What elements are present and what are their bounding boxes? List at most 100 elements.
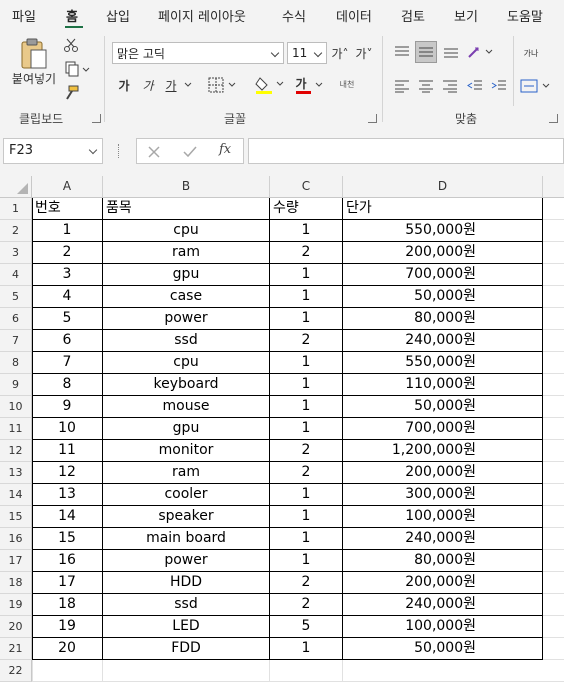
font-size-dropdown[interactable]: 11 — [287, 42, 327, 64]
header-cell[interactable]: 번호 — [32, 198, 103, 220]
table-cell[interactable]: 1 — [270, 550, 343, 572]
borders-icon[interactable] — [207, 76, 239, 94]
table-cell[interactable]: gpu — [103, 264, 270, 286]
table-cell[interactable]: 1 — [270, 506, 343, 528]
tab-insert[interactable]: 삽입 — [106, 6, 130, 25]
column-header-d[interactable]: D — [343, 176, 543, 198]
row-header-16[interactable]: 16 — [0, 528, 32, 550]
row-header-18[interactable]: 18 — [0, 572, 32, 594]
underline-button[interactable]: 가 — [163, 76, 179, 94]
tab-review[interactable]: 검토 — [401, 6, 425, 25]
table-cell[interactable]: 10 — [32, 418, 103, 440]
table-cell[interactable]: cooler — [103, 484, 270, 506]
table-cell[interactable]: 1 — [32, 220, 103, 242]
table-cell[interactable]: 2 — [270, 330, 343, 352]
table-cell[interactable]: 240,000원 — [343, 528, 543, 550]
table-cell[interactable]: cpu — [103, 352, 270, 374]
table-cell[interactable]: 2 — [270, 594, 343, 616]
column-header-b[interactable]: B — [103, 176, 270, 198]
table-cell[interactable]: 2 — [270, 462, 343, 484]
table-cell[interactable]: monitor — [103, 440, 270, 462]
tab-view[interactable]: 보기 — [454, 6, 478, 25]
table-cell[interactable]: 200,000원 — [343, 572, 543, 594]
table-cell[interactable]: 1 — [270, 418, 343, 440]
shrink-font-button[interactable]: 가˅ — [354, 44, 374, 62]
table-cell[interactable]: mouse — [103, 396, 270, 418]
table-cell[interactable]: 100,000원 — [343, 506, 543, 528]
table-cell[interactable]: 2 — [270, 440, 343, 462]
bold-button[interactable]: 가 — [116, 76, 132, 94]
table-cell[interactable]: 550,000원 — [343, 352, 543, 374]
table-cell[interactable]: 50,000원 — [343, 396, 543, 418]
enter-icon[interactable] — [183, 145, 197, 159]
table-cell[interactable]: 240,000원 — [343, 594, 543, 616]
table-cell[interactable]: 80,000원 — [343, 550, 543, 572]
table-cell[interactable]: 16 — [32, 550, 103, 572]
table-cell[interactable]: 1 — [270, 352, 343, 374]
row-header-2[interactable]: 2 — [0, 220, 32, 242]
table-cell[interactable]: 12 — [32, 462, 103, 484]
table-cell[interactable]: 5 — [32, 308, 103, 330]
table-cell[interactable]: 20 — [32, 638, 103, 660]
copy-icon[interactable] — [62, 60, 92, 78]
row-header-9[interactable]: 9 — [0, 374, 32, 396]
table-cell[interactable]: 550,000원 — [343, 220, 543, 242]
table-cell[interactable]: 1 — [270, 264, 343, 286]
middle-align-icon[interactable] — [415, 41, 437, 63]
table-cell[interactable]: main board — [103, 528, 270, 550]
cut-icon[interactable] — [62, 36, 80, 54]
header-cell[interactable]: 수량 — [270, 198, 343, 220]
table-cell[interactable]: 19 — [32, 616, 103, 638]
table-cell[interactable]: 18 — [32, 594, 103, 616]
row-header-6[interactable]: 6 — [0, 308, 32, 330]
table-cell[interactable]: power — [103, 550, 270, 572]
row-header-5[interactable]: 5 — [0, 286, 32, 308]
row-header-19[interactable]: 19 — [0, 594, 32, 616]
grip-handle[interactable] — [118, 144, 122, 158]
row-header-20[interactable]: 20 — [0, 616, 32, 638]
row-header-3[interactable]: 3 — [0, 242, 32, 264]
tab-file[interactable]: 파일 — [12, 6, 36, 25]
name-box[interactable]: F23 — [3, 138, 103, 164]
formula-input[interactable] — [248, 138, 564, 164]
row-header-4[interactable]: 4 — [0, 264, 32, 286]
increase-indent-icon[interactable] — [489, 76, 509, 96]
table-cell[interactable]: 15 — [32, 528, 103, 550]
column-header-a[interactable]: A — [32, 176, 103, 198]
column-header-e[interactable] — [543, 176, 564, 198]
table-cell[interactable]: 13 — [32, 484, 103, 506]
font-launcher-icon[interactable] — [368, 114, 377, 123]
tab-help[interactable]: 도움말 — [507, 6, 543, 25]
header-cell[interactable]: 품목 — [103, 198, 270, 220]
table-cell[interactable]: cpu — [103, 220, 270, 242]
table-cell[interactable]: ram — [103, 242, 270, 264]
table-cell[interactable]: gpu — [103, 418, 270, 440]
italic-button[interactable]: 가 — [140, 76, 156, 94]
row-header-22[interactable]: 22 — [0, 660, 32, 682]
table-cell[interactable]: 300,000원 — [343, 484, 543, 506]
table-cell[interactable]: 9 — [32, 396, 103, 418]
table-cell[interactable]: 1,200,000원 — [343, 440, 543, 462]
table-cell[interactable]: 110,000원 — [343, 374, 543, 396]
table-cell[interactable]: 1 — [270, 286, 343, 308]
table-cell[interactable]: 3 — [32, 264, 103, 286]
row-header-11[interactable]: 11 — [0, 418, 32, 440]
table-cell[interactable]: 4 — [32, 286, 103, 308]
row-header-14[interactable]: 14 — [0, 484, 32, 506]
tab-home[interactable]: 홈 — [66, 6, 78, 25]
header-cell[interactable]: 단가 — [343, 198, 543, 220]
table-cell[interactable]: 8 — [32, 374, 103, 396]
table-cell[interactable]: 5 — [270, 616, 343, 638]
phonetic-guide-button[interactable]: 내천 — [336, 74, 358, 94]
table-cell[interactable]: power — [103, 308, 270, 330]
row-header-12[interactable]: 12 — [0, 440, 32, 462]
paste-label[interactable]: 붙여넣기 — [8, 70, 60, 86]
table-cell[interactable]: 80,000원 — [343, 308, 543, 330]
top-align-icon[interactable] — [392, 42, 412, 62]
table-cell[interactable]: 1 — [270, 308, 343, 330]
table-cell[interactable]: case — [103, 286, 270, 308]
table-cell[interactable]: 11 — [32, 440, 103, 462]
paste-button[interactable] — [14, 36, 54, 72]
cancel-icon[interactable] — [147, 145, 161, 159]
table-cell[interactable]: HDD — [103, 572, 270, 594]
